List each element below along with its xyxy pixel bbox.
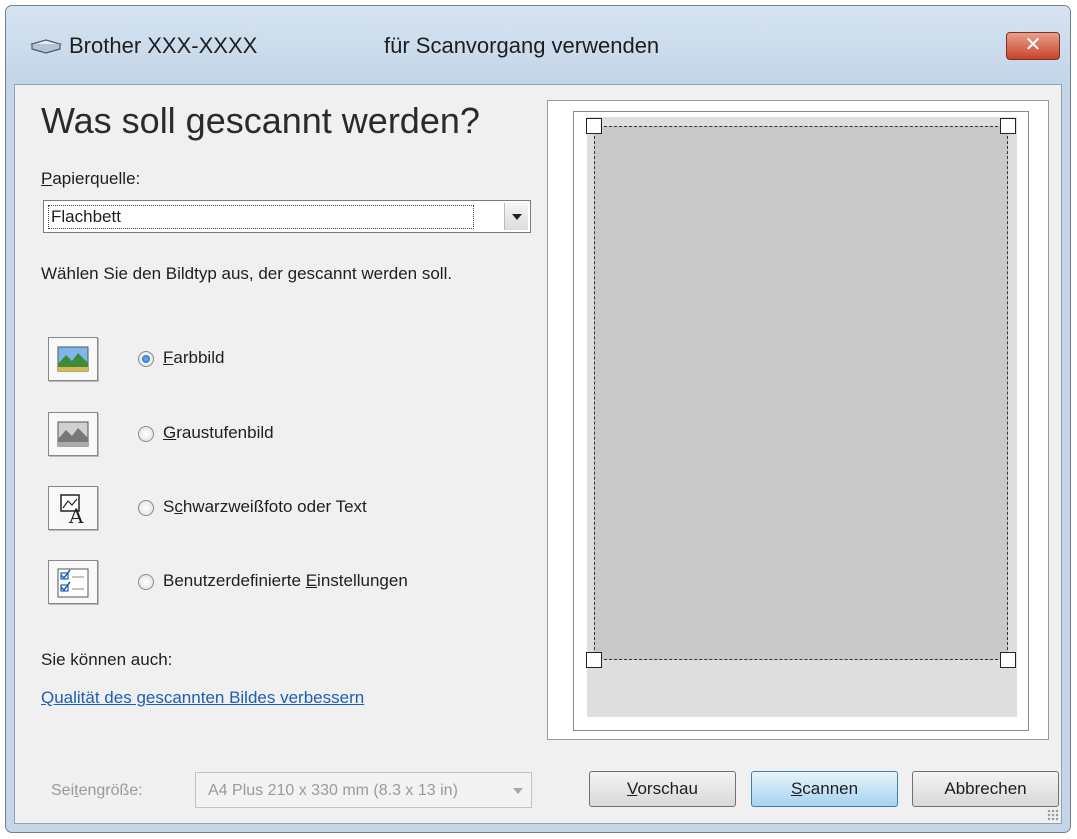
radio-bw-text[interactable] — [138, 500, 154, 516]
preview-page — [573, 111, 1029, 731]
dialog-body: Was soll gescannt werden? Papierquelle: … — [14, 84, 1062, 824]
paper-source-select[interactable]: Flachbett — [43, 200, 531, 233]
close-button[interactable]: ✕ — [1006, 32, 1060, 60]
preview-pane — [547, 100, 1049, 740]
paper-source-value: Flachbett — [48, 205, 474, 229]
cancel-button[interactable]: Abbrechen — [912, 771, 1059, 807]
close-icon: ✕ — [1024, 34, 1042, 56]
option-label-grayscale-photo[interactable]: Graustufenbild — [163, 423, 274, 443]
radio-color-photo[interactable] — [138, 351, 154, 367]
custom-settings-icon[interactable] — [48, 560, 98, 604]
chevron-down-icon[interactable] — [504, 203, 528, 230]
scan-button[interactable]: Scannen — [751, 771, 898, 807]
window-title-suffix: für Scanvorgang verwenden — [384, 33, 660, 58]
page-size-value: A4 Plus 210 x 330 mm (8.3 x 13 in) — [208, 782, 458, 799]
paper-source-label: Papierquelle: — [41, 169, 141, 188]
radio-custom-settings[interactable] — [138, 574, 154, 590]
resize-grip-icon[interactable] — [1047, 809, 1059, 821]
option-label-bw-text[interactable]: Schwarzweißfoto oder Text — [163, 497, 367, 517]
chevron-down-icon — [513, 788, 523, 794]
option-label-color-photo[interactable]: Farbbild — [163, 348, 224, 368]
page-size-label: Seitengröße: — [51, 782, 143, 799]
svg-text:A: A — [68, 504, 84, 528]
image-type-description: Wählen Sie den Bildtyp aus, der gescannt… — [41, 264, 453, 283]
scanner-icon — [30, 39, 63, 54]
bw-text-icon[interactable]: A — [48, 486, 98, 530]
resize-handle-bottom-left[interactable] — [586, 652, 602, 668]
grayscale-photo-icon[interactable] — [48, 412, 98, 456]
radio-grayscale-photo[interactable] — [138, 426, 154, 442]
scan-dialog-window: Brother XXX-XXXX für Scanvorgang verwend… — [5, 5, 1071, 833]
option-label-custom-settings[interactable]: Benutzerdefinierte Einstellungen — [163, 571, 408, 591]
window-title-app: Brother XXX-XXXX — [69, 33, 258, 58]
page-title: Was soll gescannt werden? — [41, 100, 480, 141]
title-bar: Brother XXX-XXXX für Scanvorgang verwend… — [6, 6, 1070, 84]
improve-quality-link[interactable]: Qualität des gescannten Bildes verbesser… — [41, 688, 364, 708]
page-size-select: A4 Plus 210 x 330 mm (8.3 x 13 in) — [195, 772, 532, 808]
also-label: Sie können auch: — [41, 650, 173, 669]
resize-handle-bottom-right[interactable] — [1000, 652, 1016, 668]
color-photo-icon[interactable] — [48, 337, 98, 381]
resize-handle-top-right[interactable] — [1000, 118, 1016, 134]
preview-button[interactable]: Vorschau — [589, 771, 736, 807]
scan-region-selection[interactable] — [594, 126, 1008, 660]
resize-handle-top-left[interactable] — [586, 118, 602, 134]
